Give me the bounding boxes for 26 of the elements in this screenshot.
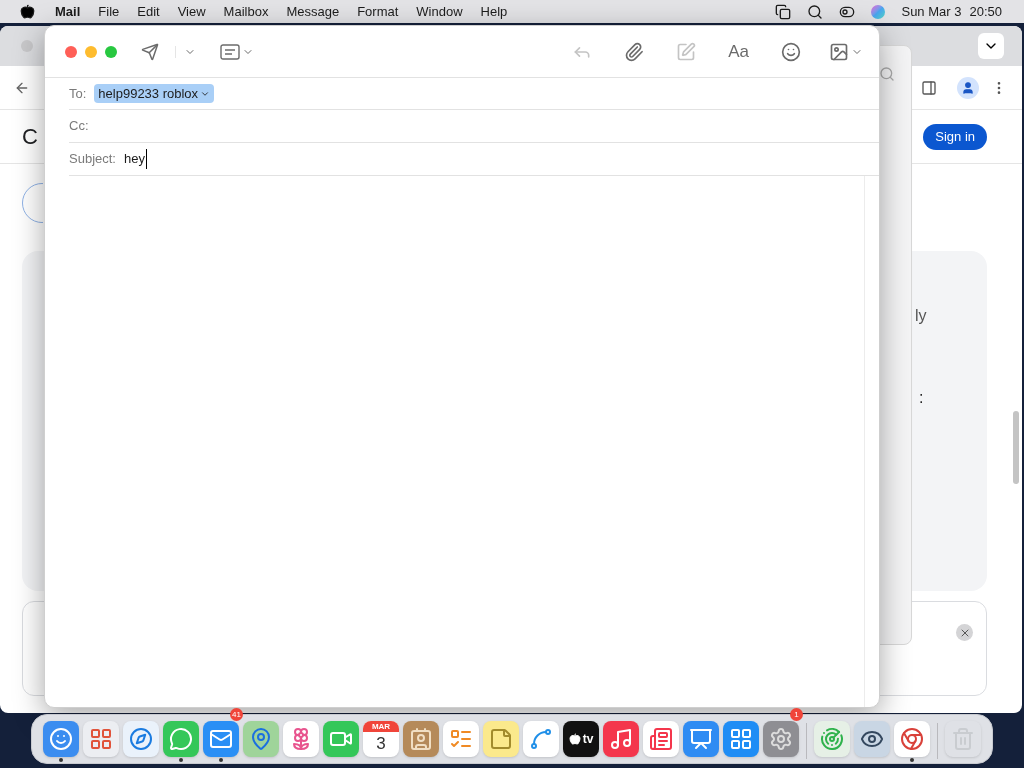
menu-item[interactable]: Format: [357, 1, 399, 22]
subject-field[interactable]: hey: [124, 149, 147, 169]
card-text: ly: [915, 306, 927, 326]
menu-item[interactable]: Message: [286, 1, 340, 22]
to-label: To:: [69, 84, 87, 103]
page-heading: C: [22, 123, 38, 151]
menu-item[interactable]: Edit: [137, 1, 160, 22]
calendar-day: 3: [376, 731, 386, 756]
menu-item[interactable]: File: [98, 1, 120, 22]
menu-item[interactable]: Window: [416, 1, 463, 22]
calendar-month: MAR: [363, 720, 399, 732]
sign-in-button[interactable]: Sign in: [923, 123, 987, 150]
format-button[interactable]: Aa: [728, 38, 749, 65]
card-text: :: [919, 388, 924, 408]
menu-bar-date: Sun Mar 3: [901, 2, 962, 21]
menu-item[interactable]: View: [177, 1, 206, 22]
menu-bar-time: 20:50: [969, 2, 1002, 21]
subject-label: Subject:: [69, 150, 116, 169]
menu-item[interactable]: Mailbox: [223, 1, 269, 22]
tv-label: tv: [582, 730, 594, 748]
cc-label: Cc:: [69, 117, 89, 136]
calendar-icon[interactable]: MAR 3: [363, 720, 399, 757]
tv-icon[interactable]: tv: [563, 720, 599, 757]
app-menu[interactable]: Mail: [55, 1, 81, 22]
menu-item[interactable]: Help: [480, 1, 508, 22]
recipient-token[interactable]: help99233 roblox: [94, 83, 215, 104]
